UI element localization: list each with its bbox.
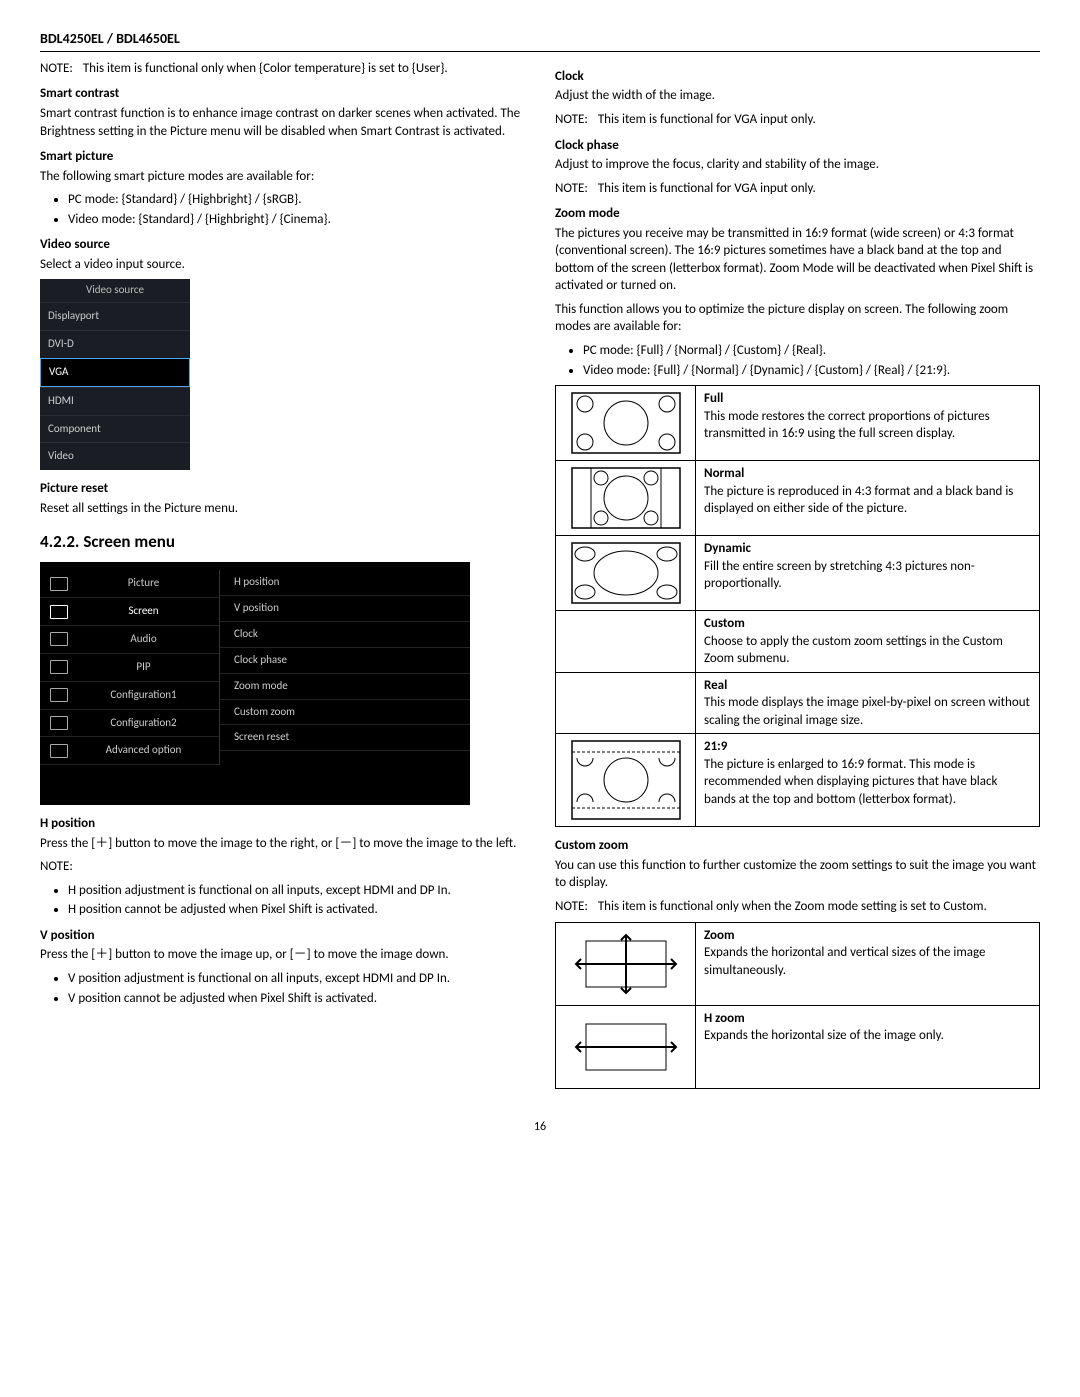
right-column: Clock Adjust the width of the image. NOT… bbox=[555, 60, 1040, 1099]
smart-picture-list: PC mode: {Standard} / {Highbright} / {sR… bbox=[40, 191, 525, 228]
page-number: 16 bbox=[40, 1119, 1040, 1135]
video-source-text: Select a video input source. bbox=[40, 256, 525, 274]
list-item: Video mode: {Standard} / {Highbright} / … bbox=[68, 211, 525, 229]
full-mode-desc: Full This mode restores the correct prop… bbox=[696, 386, 1039, 460]
osd-item-picture[interactable]: Picture bbox=[40, 570, 219, 598]
pip-icon bbox=[50, 660, 68, 674]
clockphase-text: Adjust to improve the focus, clarity and… bbox=[555, 156, 1040, 174]
osd-item-pip[interactable]: PIP bbox=[40, 654, 219, 682]
zoommode-p2: This function allows you to optimize the… bbox=[555, 301, 1040, 336]
osd-item-advanced[interactable]: Advanced option bbox=[40, 737, 219, 765]
hposition-notes: H position adjustment is functional on a… bbox=[40, 882, 525, 919]
osd-sub-clock[interactable]: Clock bbox=[220, 622, 470, 648]
normal-mode-desc: Normal The picture is reproduced in 4:3 … bbox=[696, 461, 1039, 535]
zoommode-p1: The pictures you receive may be transmit… bbox=[555, 225, 1040, 295]
clockphase-title: Clock phase bbox=[555, 137, 1040, 155]
list-item: H position adjustment is functional on a… bbox=[68, 882, 525, 900]
hzoom-icon bbox=[556, 1006, 696, 1088]
219-mode-desc: 21:9 The picture is enlarged to 16:9 for… bbox=[696, 734, 1039, 826]
full-mode-icon bbox=[556, 386, 696, 460]
219-mode-icon bbox=[556, 734, 696, 826]
osd-screen-menu: Picture Screen Audio PIP Configuration1 … bbox=[40, 562, 470, 805]
osd-item-screen[interactable]: Screen bbox=[40, 598, 219, 626]
video-source-option-hdmi[interactable]: HDMI bbox=[40, 387, 190, 415]
real-mode-icon bbox=[556, 673, 696, 734]
note-label: NOTE: bbox=[40, 858, 525, 876]
page-header: BDL4250EL / BDL4650EL bbox=[40, 30, 1040, 52]
osd-sub-screenreset[interactable]: Screen reset bbox=[220, 725, 470, 751]
zoom-desc: Zoom Expands the horizontal and vertical… bbox=[696, 923, 1039, 1005]
osd-sub-list: H position V position Clock Clock phase … bbox=[220, 570, 470, 765]
video-source-menu: Video source Displayport DVI-D VGA HDMI … bbox=[40, 279, 190, 470]
picture-reset-title: Picture reset bbox=[40, 480, 525, 498]
list-item: PC mode: {Full} / {Normal} / {Custom} / … bbox=[583, 342, 1040, 360]
dynamic-mode-desc: Dynamic Fill the entire screen by stretc… bbox=[696, 536, 1039, 610]
osd-item-config2[interactable]: Configuration2 bbox=[40, 710, 219, 738]
list-item: Video mode: {Full} / {Normal} / {Dynamic… bbox=[583, 362, 1040, 380]
osd-item-audio[interactable]: Audio bbox=[40, 626, 219, 654]
video-source-title: Video source bbox=[40, 236, 525, 254]
gear-icon bbox=[50, 716, 68, 730]
custom-zoom-table: Zoom Expands the horizontal and vertical… bbox=[555, 922, 1040, 1089]
zoom-modes-table: Full This mode restores the correct prop… bbox=[555, 385, 1040, 827]
video-source-option-displayport[interactable]: Displayport bbox=[40, 302, 190, 330]
advanced-icon bbox=[50, 744, 68, 758]
video-source-option-video[interactable]: Video bbox=[40, 442, 190, 470]
note-label: NOTE: bbox=[40, 60, 73, 78]
list-item: V position adjustment is functional on a… bbox=[68, 970, 525, 988]
note-color-temp: NOTE: This item is functional only when … bbox=[40, 60, 525, 78]
picture-reset-text: Reset all settings in the Picture menu. bbox=[40, 500, 525, 518]
smart-picture-text: The following smart picture modes are av… bbox=[40, 168, 525, 186]
normal-mode-icon bbox=[556, 461, 696, 535]
smart-contrast-title: Smart contrast bbox=[40, 85, 525, 103]
vposition-title: V position bbox=[40, 927, 525, 945]
hposition-title: H position bbox=[40, 815, 525, 833]
hposition-text: Press the [＋] button to move the image t… bbox=[40, 835, 525, 853]
dynamic-mode-icon bbox=[556, 536, 696, 610]
clock-note: NOTE: This item is functional for VGA in… bbox=[555, 111, 1040, 129]
customzoom-note: NOTE: This item is functional only when … bbox=[555, 898, 1040, 916]
list-item: PC mode: {Standard} / {Highbright} / {sR… bbox=[68, 191, 525, 209]
video-source-menu-header: Video source bbox=[40, 279, 190, 302]
vposition-text: Press the [＋] button to move the image u… bbox=[40, 946, 525, 964]
video-source-option-vga[interactable]: VGA bbox=[40, 358, 190, 387]
hzoom-desc: H zoom Expands the horizontal size of th… bbox=[696, 1006, 1039, 1088]
clock-title: Clock bbox=[555, 68, 1040, 86]
smart-contrast-text: Smart contrast function is to enhance im… bbox=[40, 105, 525, 140]
clockphase-note: NOTE: This item is functional for VGA in… bbox=[555, 180, 1040, 198]
video-source-option-dvid[interactable]: DVI-D bbox=[40, 330, 190, 358]
audio-icon bbox=[50, 632, 68, 646]
gear-icon bbox=[50, 688, 68, 702]
zoommode-list: PC mode: {Full} / {Normal} / {Custom} / … bbox=[555, 342, 1040, 379]
osd-sub-zoommode[interactable]: Zoom mode bbox=[220, 674, 470, 700]
osd-sub-hposition[interactable]: H position bbox=[220, 570, 470, 596]
list-item: V position cannot be adjusted when Pixel… bbox=[68, 990, 525, 1008]
clock-text: Adjust the width of the image. bbox=[555, 87, 1040, 105]
smart-picture-title: Smart picture bbox=[40, 148, 525, 166]
vposition-notes: V position adjustment is functional on a… bbox=[40, 970, 525, 1007]
osd-main-list: Picture Screen Audio PIP Configuration1 … bbox=[40, 570, 220, 765]
customzoom-text: You can use this function to further cus… bbox=[555, 857, 1040, 892]
left-column: NOTE: This item is functional only when … bbox=[40, 60, 525, 1099]
note-text: This item is functional only when {Color… bbox=[83, 60, 448, 78]
osd-sub-clockphase[interactable]: Clock phase bbox=[220, 648, 470, 674]
list-item: H position cannot be adjusted when Pixel… bbox=[68, 901, 525, 919]
screen-icon bbox=[50, 605, 68, 619]
custom-mode-icon bbox=[556, 611, 696, 672]
osd-item-config1[interactable]: Configuration1 bbox=[40, 682, 219, 710]
picture-icon bbox=[50, 577, 68, 591]
osd-sub-vposition[interactable]: V position bbox=[220, 596, 470, 622]
real-mode-desc: Real This mode displays the image pixel-… bbox=[696, 673, 1039, 734]
zoommode-title: Zoom mode bbox=[555, 205, 1040, 223]
osd-sub-customzoom[interactable]: Custom zoom bbox=[220, 700, 470, 726]
zoom-icon bbox=[556, 923, 696, 1005]
custom-mode-desc: Custom Choose to apply the custom zoom s… bbox=[696, 611, 1039, 672]
video-source-option-component[interactable]: Component bbox=[40, 415, 190, 443]
screen-menu-heading: 4.2.2. Screen menu bbox=[40, 531, 525, 554]
customzoom-title: Custom zoom bbox=[555, 837, 1040, 855]
